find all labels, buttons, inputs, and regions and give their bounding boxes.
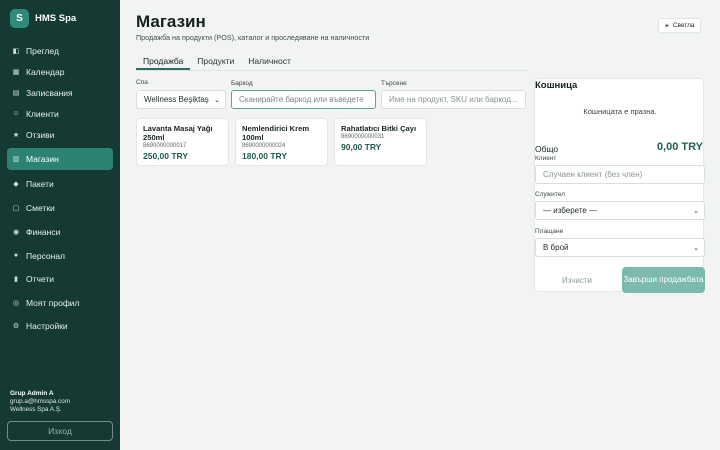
money-icon: ◉: [12, 228, 20, 236]
product-card[interactable]: Rahatlatıcı Bitki Çayı 8690000000031 90,…: [334, 118, 427, 166]
chevron-down-icon: ⌄: [693, 208, 699, 215]
tab-products[interactable]: Продукти: [190, 54, 241, 70]
page-subtitle: Продажба на продукти (POS), каталог и пр…: [136, 33, 370, 42]
brand[interactable]: S HMS Spa: [10, 9, 76, 28]
spa-select[interactable]: Wellness Beşiktaş ⌄: [136, 90, 226, 109]
chevron-down-icon: ⌄: [214, 97, 220, 104]
logout-button[interactable]: Изход: [7, 421, 113, 441]
sidebar-item-appointments[interactable]: ▤ Записвания: [7, 82, 113, 103]
employee-select[interactable]: — изберете — ⌄: [535, 201, 705, 220]
search-label: Търсене: [381, 80, 407, 87]
calendar-icon: ▦: [12, 68, 20, 76]
barcode-label: Баркод: [231, 80, 253, 87]
search-placeholder: Име на продукт, SKU или баркод...: [389, 95, 518, 104]
payment-label: Плащане: [535, 228, 564, 235]
tab-divider: [136, 70, 528, 71]
product-sku: 8690000000031: [341, 134, 385, 140]
clear-cart-button[interactable]: Изчисти: [535, 267, 619, 293]
sidebar-item-packages[interactable]: ◆ Пакети: [7, 173, 113, 194]
brand-name: HMS Spa: [35, 13, 77, 24]
spa-select-value: Wellness Beşiktaş: [144, 95, 209, 104]
product-price: 250,00 TRY: [143, 151, 189, 161]
sidebar-item-calendar[interactable]: ▦ Календар: [7, 61, 113, 82]
sidebar-item-label: Персонал: [26, 250, 66, 261]
product-name: Rahatlatıcı Bitki Çayı: [341, 124, 417, 133]
employee-select-value: — изберете —: [543, 206, 598, 215]
overview-icon: ◧: [12, 47, 20, 55]
payment-select[interactable]: В брой ⌄: [535, 238, 705, 257]
product-card[interactable]: Lavanta Masaj Yağı 250ml 8690000000017 2…: [136, 118, 229, 166]
total-label: Общо: [535, 144, 559, 154]
sidebar-item-label: Настройки: [26, 320, 68, 331]
sidebar-item-label: Записвания: [26, 87, 73, 98]
product-price: 90,00 TRY: [341, 142, 382, 152]
sidebar-item-clients[interactable]: ☺ Клиенти: [7, 103, 113, 124]
package-icon: ◆: [13, 180, 19, 188]
bill-icon: ▢: [12, 204, 20, 212]
gear-icon: ⚙: [12, 322, 20, 330]
cart-panel: Кошница Кошницата е празна. Общо 0,00 TR…: [534, 78, 705, 293]
payment-select-value: В брой: [543, 243, 569, 252]
clients-icon: ☺: [12, 110, 20, 117]
sidebar-item-overview[interactable]: ◧ Преглед: [7, 40, 113, 61]
finish-sale-button[interactable]: Завърши продажбата: [622, 267, 705, 293]
employee-label: Служител: [535, 191, 565, 198]
sidebar-item-label: Пакети: [26, 178, 54, 189]
sidebar-item-label: Сметки: [26, 202, 55, 213]
product-sku: 8690000000017: [143, 143, 187, 149]
product-price: 180,00 TRY: [242, 151, 288, 161]
client-label: Клиент: [535, 155, 557, 162]
sidebar-item-shop[interactable]: ▥ Магазин: [7, 148, 113, 170]
sidebar-item-settings[interactable]: ⚙ Настройки: [7, 315, 113, 336]
user-icon: ◎: [12, 299, 20, 307]
page-title: Магазин: [136, 12, 206, 31]
sidebar-item-reviews[interactable]: ★ Отзиви: [7, 124, 113, 145]
sidebar-item-label: Финанси: [26, 226, 61, 237]
sun-icon: ☀: [664, 22, 670, 30]
user-email: grup.a@hmsspa.com: [10, 398, 70, 405]
barcode-input[interactable]: Сканирайте баркод или въведете: [231, 90, 376, 109]
tabs: Продажба Продукти Наличност: [136, 54, 298, 70]
sidebar-item-staff[interactable]: ● Персонал: [7, 245, 113, 266]
theme-toggle-button[interactable]: ☀ Светла: [658, 18, 701, 33]
user-block: Grup Admin A grup.a@hmsspa.com Wellness …: [10, 390, 70, 414]
staff-icon: ●: [13, 252, 19, 259]
chart-icon: ▮: [14, 275, 18, 283]
client-placeholder: Случаен клиент (без член): [543, 170, 643, 179]
product-name: Nemlendirici Krem 100ml: [242, 124, 310, 142]
sidebar-item-finance[interactable]: ◉ Финанси: [7, 221, 113, 242]
cart-empty-message: Кошницата е празна.: [583, 107, 657, 116]
product-name: Lavanta Masaj Yağı 250ml: [143, 124, 213, 142]
brand-logo: S: [10, 9, 29, 28]
spa-label: Спа: [136, 79, 148, 86]
tab-sale[interactable]: Продажба: [136, 54, 191, 70]
cart-title: Кошница: [535, 80, 578, 91]
product-sku: 8690000000024: [242, 143, 286, 149]
sidebar-item-reports[interactable]: ▮ Отчети: [7, 268, 113, 289]
star-icon: ★: [12, 131, 20, 139]
tab-stock[interactable]: Наличност: [241, 54, 298, 70]
sidebar-item-label: Магазин: [26, 154, 59, 164]
theme-label: Светла: [672, 22, 695, 29]
sidebar-item-label: Отчети: [26, 273, 55, 284]
sidebar-item-label: Моят профил: [26, 297, 80, 308]
appointments-icon: ▤: [12, 89, 20, 97]
shop-icon: ▥: [12, 156, 20, 163]
client-input[interactable]: Случаен клиент (без член): [535, 165, 705, 184]
sidebar-nav: ◧ Преглед ▦ Календар ▤ Записвания ☺ Клиенти …: [7, 40, 113, 336]
sidebar-item-label: Преглед: [26, 45, 59, 56]
barcode-placeholder: Сканирайте баркод или въведете: [239, 95, 364, 104]
total-value: 0,00 TRY: [656, 141, 703, 153]
sidebar-item-label: Отзиви: [26, 129, 55, 140]
chevron-down-icon: ⌄: [693, 245, 699, 252]
sidebar-item-label: Клиенти: [26, 108, 59, 119]
product-card[interactable]: Nemlendirici Krem 100ml 8690000000024 18…: [235, 118, 328, 166]
search-input[interactable]: Име на продукт, SKU или баркод...: [381, 90, 526, 109]
user-company: Wellness Spa A.Ş.: [10, 406, 62, 413]
sidebar: S HMS Spa ◧ Преглед ▦ Календар ▤ Записвания…: [0, 0, 120, 450]
sidebar-item-bills[interactable]: ▢ Сметки: [7, 197, 113, 218]
sidebar-item-profile[interactable]: ◎ Моят профил: [7, 292, 113, 313]
sidebar-item-label: Календар: [26, 66, 65, 77]
user-name: Grup Admin A: [10, 390, 54, 397]
